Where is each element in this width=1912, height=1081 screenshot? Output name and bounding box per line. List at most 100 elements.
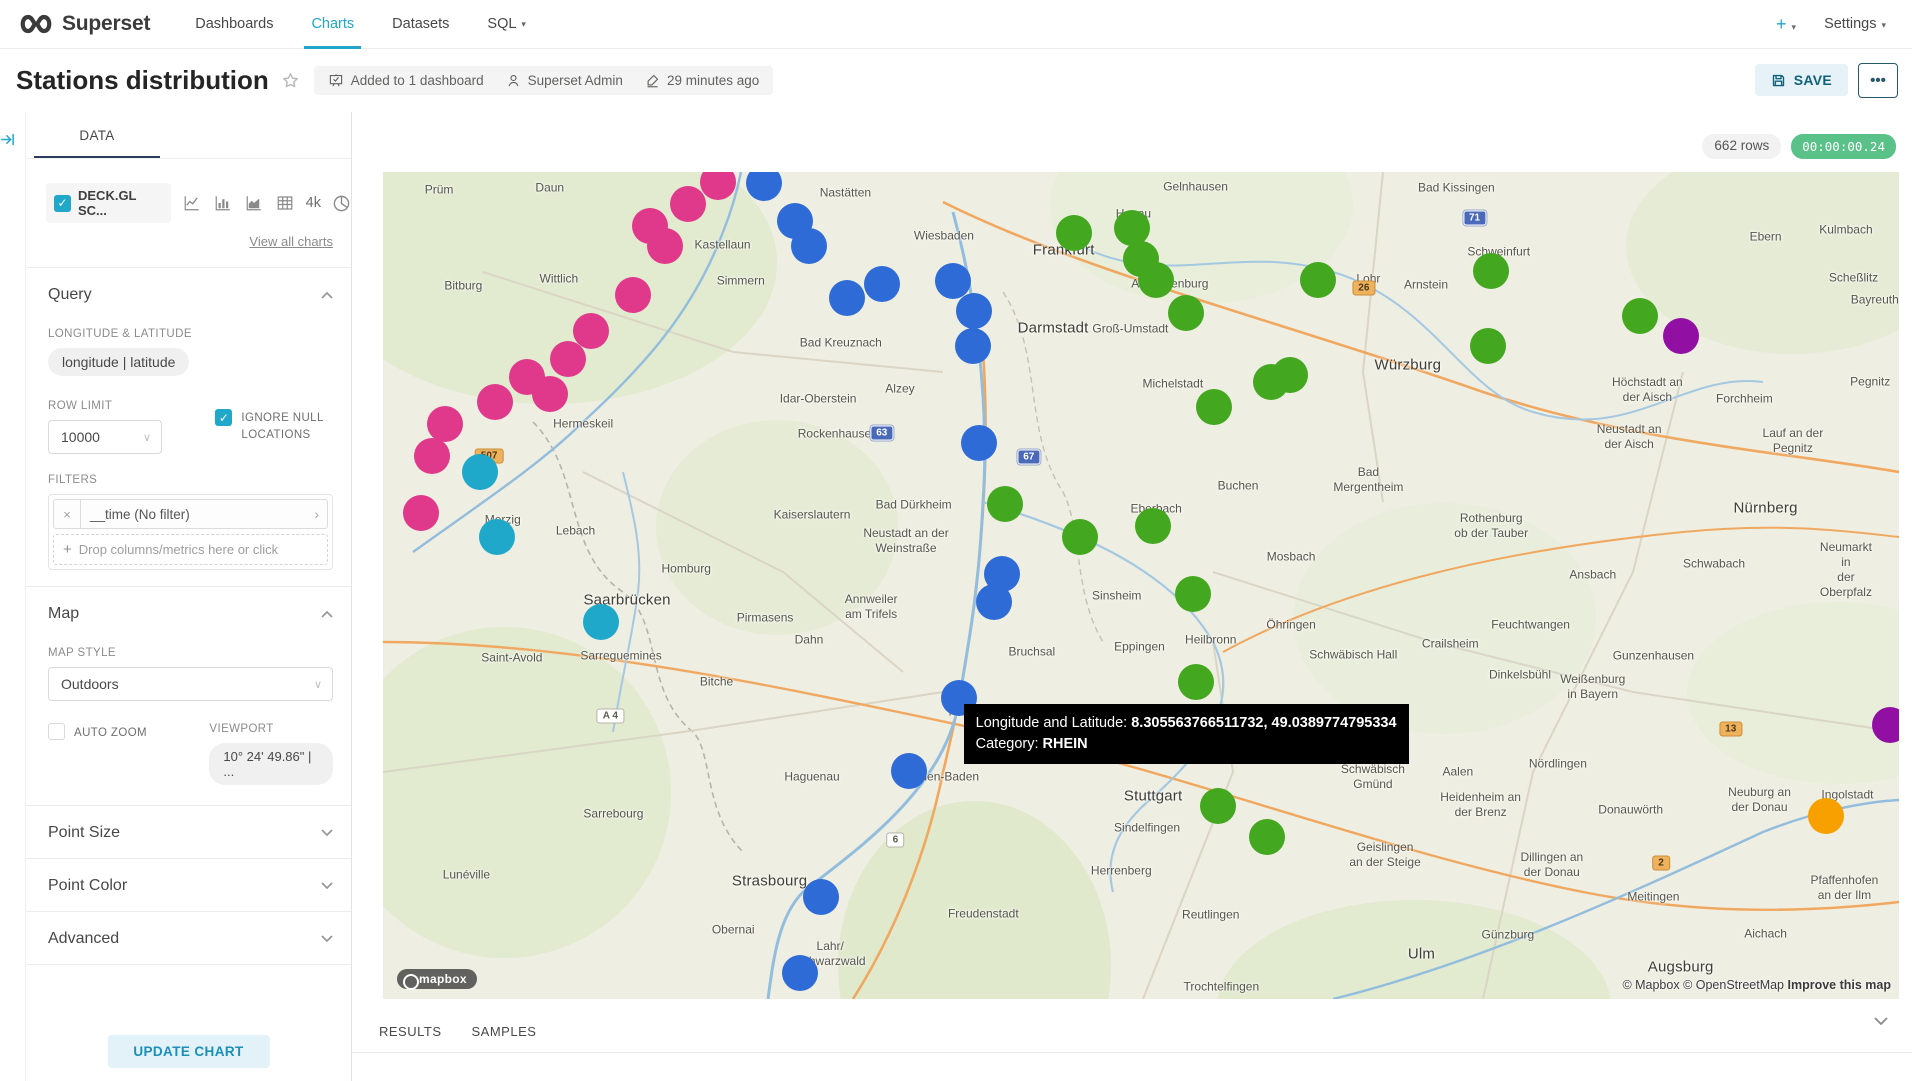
station-point-green[interactable] [1178,664,1214,700]
filters-label: FILTERS [48,474,333,486]
mapbox-attribution-link[interactable]: © Mapbox [1622,978,1679,992]
station-point-blue[interactable] [791,228,827,264]
station-point-pink[interactable] [670,186,706,222]
deckgl-map[interactable]: FrankfurtDarmstadtWürzburgNürnbergStrasb… [383,172,1899,999]
station-point-green[interactable] [1622,298,1658,334]
station-point-green[interactable] [1062,519,1098,555]
station-point-purple[interactable] [1663,318,1699,354]
station-point-green[interactable] [1135,508,1171,544]
station-point-pink[interactable] [477,384,513,420]
nav-item-sql[interactable]: SQL▾ [468,0,545,48]
settings-menu[interactable]: Settings▾ [1824,16,1886,32]
station-point-pink[interactable] [615,277,651,313]
station-point-blue[interactable] [891,753,927,789]
results-tab-samples[interactable]: SAMPLES [472,1024,537,1039]
viz-4k-option[interactable]: 4k [306,195,321,211]
ignore-null-checkbox[interactable]: ✓ [215,409,232,426]
station-point-green[interactable] [1253,364,1289,400]
meta-dashboard[interactable]: Added to 1 dashboard [328,73,484,88]
superset-brand[interactable]: Superset [18,12,150,36]
update-chart-button[interactable]: UPDATE CHART [107,1035,269,1068]
section-point-color[interactable]: Point Color [26,877,351,895]
divider [26,911,351,912]
station-point-pink[interactable] [550,341,586,377]
map-style-select[interactable]: Outdoors ∨ [48,667,333,701]
station-point-green[interactable] [1300,262,1336,298]
station-point-cyan[interactable] [479,519,515,555]
station-point-green[interactable] [987,486,1023,522]
mapbox-logo[interactable]: mapbox [397,969,477,989]
section-header[interactable]: Point Color [48,877,333,895]
station-point-pink[interactable] [647,228,683,264]
viz-type-chip[interactable]: ✓ DECK.GL SC... [46,183,171,223]
station-point-blue[interactable] [782,955,818,991]
station-point-green[interactable] [1168,295,1204,331]
save-button[interactable]: SAVE [1755,64,1848,96]
section-query[interactable]: Query [48,286,333,304]
section-map[interactable]: Map [48,605,333,623]
row-limit-select[interactable]: 10000 ∨ [48,420,162,454]
station-point-green[interactable] [1249,819,1285,855]
new-item-button[interactable]: +▾ [1776,14,1796,35]
auto-zoom-checkbox[interactable] [48,723,65,740]
section-point-size[interactable]: Point Size [26,824,351,842]
station-point-blue[interactable] [956,293,992,329]
meta-pencil[interactable]: 29 minutes ago [645,73,759,88]
improve-map-link[interactable]: Improve this map [1788,978,1892,992]
area-chart-icon[interactable] [244,194,264,212]
station-point-blue[interactable] [976,584,1012,620]
station-point-blue[interactable] [864,266,900,302]
viewport-value-pill[interactable]: 10° 24' 49.86" | ... [209,743,333,785]
station-point-cyan[interactable] [462,454,498,490]
station-point-pink[interactable] [509,359,545,395]
favorite-star-icon[interactable] [281,71,300,90]
station-point-green[interactable] [1470,328,1506,364]
station-point-green[interactable] [1056,215,1092,251]
section-advanced[interactable]: Advanced [26,930,351,948]
station-point-blue[interactable] [829,280,865,316]
viz-type-label: DECK.GL SC... [78,188,163,218]
bar-chart-icon[interactable] [213,194,233,212]
station-point-pink[interactable] [403,495,439,531]
top-navbar: Superset DashboardsChartsDatasetsSQL▾ +▾… [0,0,1912,49]
filter-item-time[interactable]: × __time (No filter) › [53,499,328,529]
nav-item-charts[interactable]: Charts [292,0,373,48]
section-header[interactable]: Advanced [48,930,333,948]
station-point-green[interactable] [1175,576,1211,612]
station-point-orange[interactable] [1808,798,1844,834]
view-all-charts-link[interactable]: View all charts [249,234,333,249]
station-point-green[interactable] [1473,253,1509,289]
station-point-pink[interactable] [414,438,450,474]
station-point-green[interactable] [1200,788,1236,824]
pie-chart-icon[interactable] [332,194,351,213]
plus-icon: + [63,541,72,558]
results-panel: RESULTS SAMPLES [352,999,1912,1081]
chevron-up-icon [321,291,333,299]
nav-item-datasets[interactable]: Datasets [373,0,468,48]
station-point-green[interactable] [1138,262,1174,298]
osm-attribution-link[interactable]: © OpenStreetMap [1683,978,1784,992]
more-options-button[interactable]: ••• [1858,63,1898,98]
road-shield: 71 [1463,211,1486,226]
table-icon[interactable] [275,194,295,212]
section-header[interactable]: Point Size [48,824,333,842]
map-style-label: MAP STYLE [48,647,333,659]
road-shield: 67 [1017,450,1040,465]
station-point-cyan[interactable] [583,604,619,640]
station-point-blue[interactable] [955,328,991,364]
row-count-badge: 662 rows [1702,134,1781,159]
station-point-blue[interactable] [803,879,839,915]
lonlat-value-pill[interactable]: longitude | latitude [48,348,189,376]
remove-filter-icon[interactable]: × [54,500,81,528]
superset-logo-icon [18,12,54,36]
nav-item-dashboards[interactable]: Dashboards [176,0,292,48]
collapse-results-icon[interactable] [1874,1017,1888,1026]
meta-user[interactable]: Superset Admin [506,73,623,88]
results-tab-results[interactable]: RESULTS [379,1024,442,1039]
tab-data[interactable]: DATA [34,112,160,158]
filters-dropzone[interactable]: + Drop columns/metrics here or click [53,534,328,565]
station-point-green[interactable] [1196,389,1232,425]
station-point-blue[interactable] [961,425,997,461]
line-chart-icon[interactable] [182,194,202,212]
collapse-panel-icon[interactable] [0,132,25,147]
